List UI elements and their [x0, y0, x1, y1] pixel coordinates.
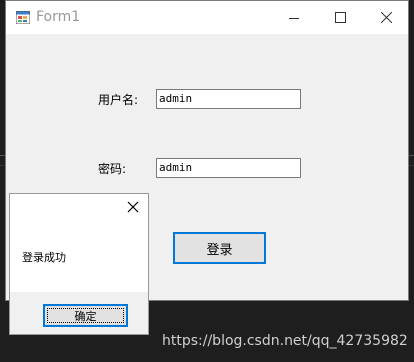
close-icon [380, 12, 392, 23]
username-input[interactable]: admin [156, 89, 301, 109]
window-title: Form1 [36, 9, 81, 25]
minimize-button[interactable] [271, 1, 317, 34]
maximize-button[interactable] [317, 1, 363, 34]
password-label: 密码: [98, 162, 127, 176]
watermark-text: https://blog.csdn.net/qq_42735982 [162, 333, 408, 349]
dialog-close-button[interactable] [126, 199, 142, 215]
close-icon [127, 201, 139, 213]
title-bar: Form1 [6, 1, 408, 34]
message-box-dialog: 登录成功 确定 [9, 193, 149, 335]
login-button[interactable]: 登录 [173, 232, 266, 264]
dialog-footer: 确定 [10, 292, 148, 334]
app-form-icon [16, 11, 30, 24]
ok-button[interactable]: 确定 [43, 304, 128, 327]
close-button[interactable] [363, 1, 409, 34]
maximize-icon [334, 12, 346, 23]
password-input[interactable]: admin [156, 158, 301, 178]
username-label: 用户名: [98, 93, 139, 107]
minimize-icon [289, 17, 299, 19]
dialog-message: 登录成功 [22, 251, 66, 264]
